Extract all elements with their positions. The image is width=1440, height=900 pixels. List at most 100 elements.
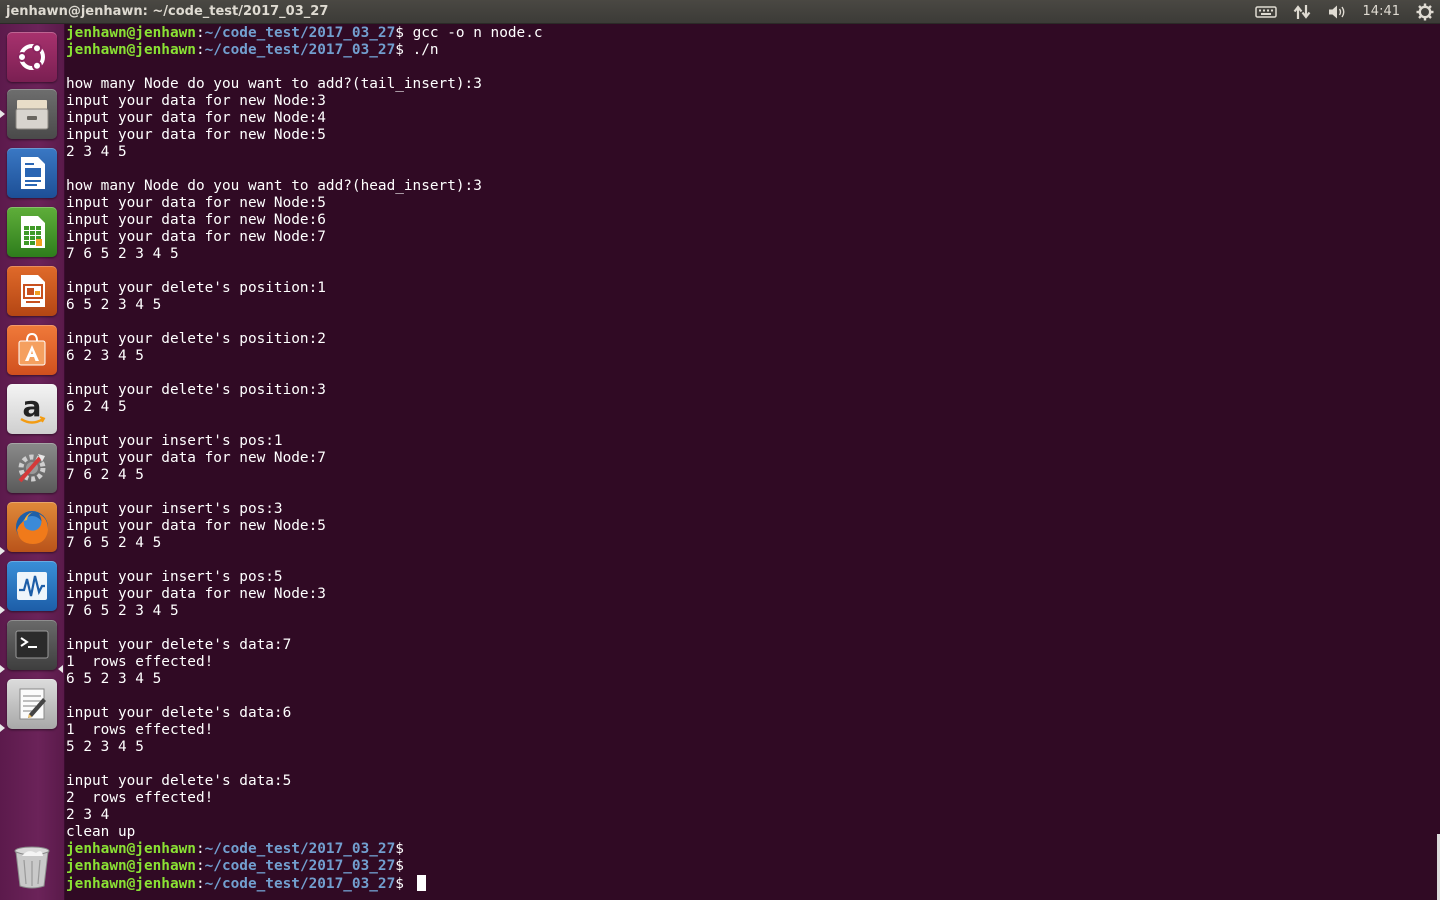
output-line: input your data for new Node:5 bbox=[66, 127, 326, 143]
output-line: clean up bbox=[66, 824, 136, 840]
launcher-item-writer[interactable] bbox=[6, 147, 58, 199]
prompt-dollar: $ bbox=[395, 42, 404, 58]
svg-text:a: a bbox=[23, 390, 42, 423]
output-line: 7 6 5 2 3 4 5 bbox=[66, 246, 179, 262]
launcher-item-text-editor[interactable] bbox=[6, 678, 58, 730]
output-line: input your insert's pos:5 bbox=[66, 569, 283, 585]
prompt-separator: : bbox=[195, 841, 205, 857]
prompt-user: jenhawn@jenhawn bbox=[66, 841, 196, 857]
launcher-item-calc[interactable] bbox=[6, 206, 58, 258]
prompt-path: ~/code_test/2017_03_27 bbox=[204, 841, 396, 857]
prompt-user: jenhawn@jenhawn bbox=[66, 858, 196, 874]
prompt-separator: : bbox=[195, 25, 205, 41]
clock[interactable]: 14:41 bbox=[1363, 0, 1400, 24]
prompt-path: ~/code_test/2017_03_27 bbox=[204, 876, 396, 892]
output-line: input your data for new Node:7 bbox=[66, 450, 326, 466]
shopping-bag-icon bbox=[7, 325, 57, 375]
output-line: 1 rows effected! bbox=[66, 722, 214, 738]
prompt-user: jenhawn@jenhawn bbox=[66, 876, 196, 892]
prompt-path: ~/code_test/2017_03_27 bbox=[204, 42, 396, 58]
launcher-item-settings[interactable] bbox=[6, 442, 58, 494]
volume-icon[interactable] bbox=[1327, 0, 1347, 24]
prompt-dollar: $ bbox=[395, 858, 404, 874]
command-text: ./n bbox=[403, 42, 439, 58]
terminal-window[interactable]: jenhawn@jenhawn:~/code_test/2017_03_27$ … bbox=[66, 24, 1440, 900]
output-line: input your insert's pos:1 bbox=[66, 433, 283, 449]
prompt-user: jenhawn@jenhawn bbox=[66, 25, 196, 41]
output-line: input your data for new Node:5 bbox=[66, 518, 326, 534]
launcher-item-impress[interactable] bbox=[6, 265, 58, 317]
text-cursor bbox=[416, 875, 426, 891]
firefox-icon bbox=[7, 502, 57, 552]
output-line: how many Node do you want to add?(tail_i… bbox=[66, 76, 482, 92]
output-line: input your data for new Node:6 bbox=[66, 212, 326, 228]
output-line: input your delete's position:3 bbox=[66, 382, 326, 398]
output-line: 7 6 5 2 3 4 5 bbox=[66, 603, 179, 619]
prompt-line: jenhawn@jenhawn:~/code_test/2017_03_27$ bbox=[66, 858, 543, 875]
output-line: 2 3 4 5 bbox=[66, 144, 127, 160]
launcher-item-dash[interactable] bbox=[6, 31, 58, 83]
output-line: 5 2 3 4 5 bbox=[66, 739, 144, 755]
launcher-item-trash[interactable] bbox=[6, 840, 58, 892]
gear-icon[interactable] bbox=[1416, 0, 1434, 24]
output-line: input your delete's position:1 bbox=[66, 280, 326, 296]
network-icon[interactable] bbox=[1293, 0, 1311, 24]
output-line: input your delete's data:7 bbox=[66, 637, 292, 653]
command-text: gcc -o n node.c bbox=[403, 25, 543, 41]
prompt-user: jenhawn@jenhawn bbox=[66, 42, 196, 58]
ubuntu-logo-icon bbox=[7, 32, 57, 82]
prompt-line: jenhawn@jenhawn:~/code_test/2017_03_27$ bbox=[66, 841, 543, 858]
indicator-area: 14:41 bbox=[1254, 0, 1434, 24]
output-line: 2 rows effected! bbox=[66, 790, 214, 806]
trash-icon bbox=[7, 841, 57, 891]
output-line: input your insert's pos:3 bbox=[66, 501, 283, 517]
launcher: a bbox=[0, 24, 65, 900]
prompt-line: jenhawn@jenhawn:~/code_test/2017_03_27$ … bbox=[66, 25, 543, 42]
launcher-item-software[interactable] bbox=[6, 324, 58, 376]
text-editor-icon bbox=[7, 679, 57, 729]
output-line: 1 rows effected! bbox=[66, 654, 214, 670]
launcher-item-files[interactable] bbox=[6, 88, 58, 140]
prompt-separator: : bbox=[195, 876, 205, 892]
launcher-item-firefox[interactable] bbox=[6, 501, 58, 553]
launcher-item-system-monitor[interactable] bbox=[6, 560, 58, 612]
prompt-dollar: $ bbox=[395, 25, 404, 41]
output-line: input your data for new Node:3 bbox=[66, 586, 326, 602]
prompt-path: ~/code_test/2017_03_27 bbox=[204, 25, 396, 41]
prompt-line: jenhawn@jenhawn:~/code_test/2017_03_27$ bbox=[66, 875, 543, 892]
output-line: 6 2 3 4 5 bbox=[66, 348, 144, 364]
output-line: input your delete's position:2 bbox=[66, 331, 326, 347]
file-cabinet-icon bbox=[7, 89, 57, 139]
prompt-line: jenhawn@jenhawn:~/code_test/2017_03_27$ … bbox=[66, 42, 543, 59]
launcher-item-amazon[interactable]: a bbox=[6, 383, 58, 435]
command-text bbox=[404, 876, 413, 892]
output-line: how many Node do you want to add?(head_i… bbox=[66, 178, 482, 194]
output-line: 6 5 2 3 4 5 bbox=[66, 297, 162, 313]
keyboard-icon[interactable] bbox=[1254, 0, 1277, 24]
prompt-separator: : bbox=[195, 42, 205, 58]
output-line: input your data for new Node:7 bbox=[66, 229, 326, 245]
writer-document-icon bbox=[7, 148, 57, 198]
output-line: 7 6 2 4 5 bbox=[66, 467, 144, 483]
output-line: input your data for new Node:5 bbox=[66, 195, 326, 211]
prompt-dollar: $ bbox=[395, 841, 404, 857]
amazon-icon: a bbox=[7, 384, 57, 434]
calc-spreadsheet-icon bbox=[7, 207, 57, 257]
prompt-dollar: $ bbox=[395, 876, 404, 892]
output-line: 7 6 5 2 4 5 bbox=[66, 535, 162, 551]
terminal-icon bbox=[7, 620, 57, 670]
launcher-item-terminal[interactable] bbox=[6, 619, 58, 671]
impress-presentation-icon bbox=[7, 266, 57, 316]
prompt-path: ~/code_test/2017_03_27 bbox=[204, 858, 396, 874]
system-monitor-icon bbox=[7, 561, 57, 611]
terminal-output: jenhawn@jenhawn:~/code_test/2017_03_27$ … bbox=[66, 25, 543, 892]
